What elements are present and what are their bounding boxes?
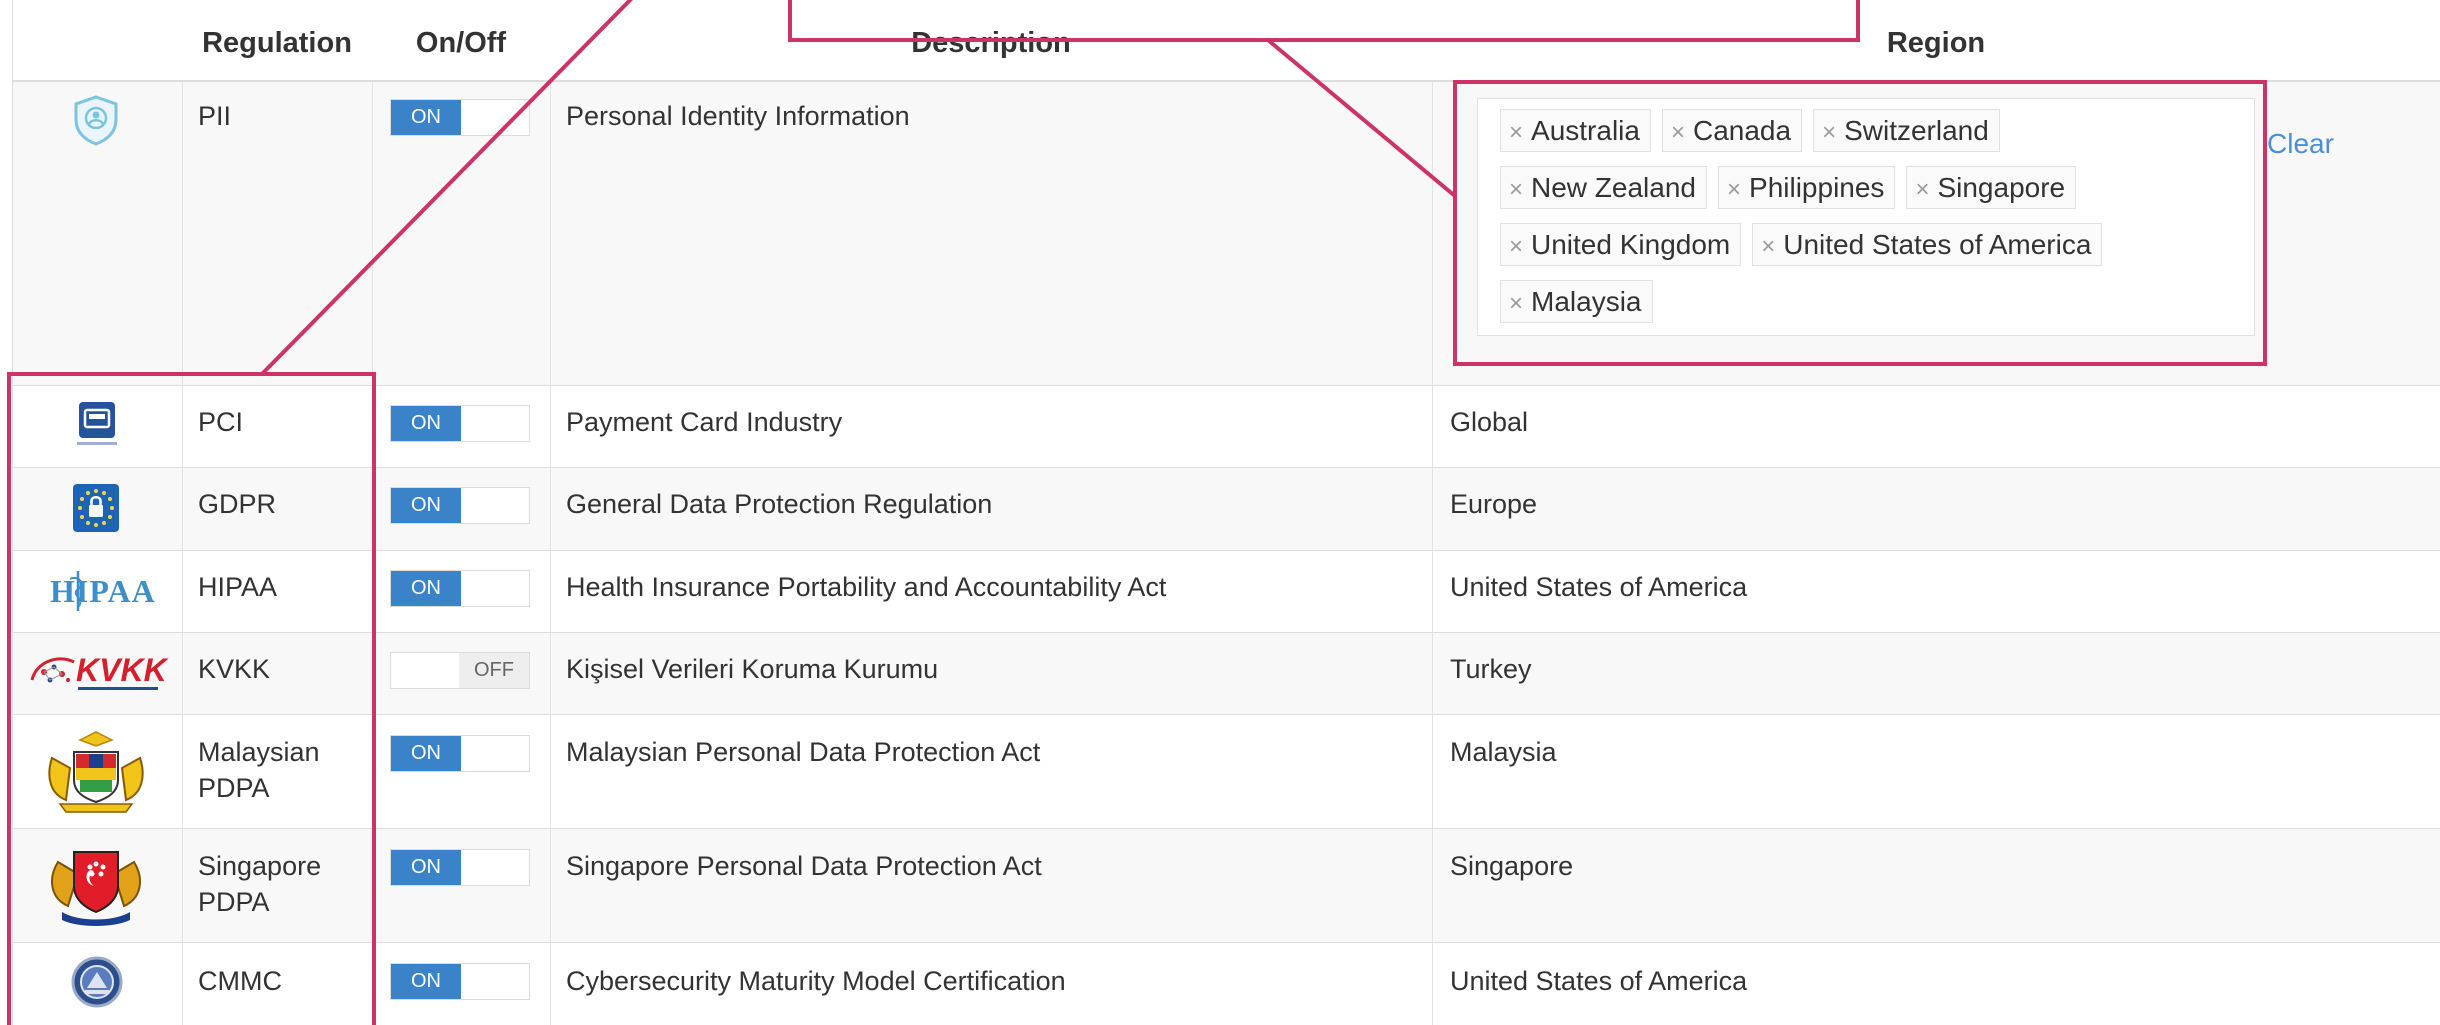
- region-tag-label: Switzerland: [1844, 115, 1989, 146]
- region-tag-label: Singapore: [1937, 172, 2066, 203]
- toggle-on-label: ON: [391, 850, 461, 885]
- region-tag[interactable]: × Philippines: [1718, 166, 1896, 209]
- description-kvkk: Kişisel Verileri Koruma Kurumu: [566, 654, 939, 684]
- description-malaysian-pdpa: Malaysian Personal Data Protection Act: [566, 737, 1041, 767]
- toggle-gdpr[interactable]: ON: [390, 487, 530, 524]
- remove-tag-icon[interactable]: ×: [1509, 119, 1523, 146]
- regulation-name-cmmc: CMMC: [198, 966, 282, 996]
- hipaa-logo-text: HIPAA: [50, 573, 156, 609]
- toggle-on-label: ON: [391, 406, 461, 441]
- table-row: [12, 715, 2440, 829]
- header-region: Region: [1886, 27, 1986, 59]
- toggle-on-label: ON: [391, 571, 461, 606]
- regulation-name-pii: PII: [198, 101, 232, 131]
- column-divider: [372, 82, 373, 1025]
- remove-tag-icon[interactable]: ×: [1727, 176, 1741, 203]
- toggle-malaysian-pdpa[interactable]: ON: [390, 735, 530, 772]
- region-tag-label: Australia: [1531, 115, 1640, 146]
- region-singapore-pdpa: Singapore: [1450, 851, 1574, 881]
- toggle-pii[interactable]: ON: [390, 99, 530, 136]
- kvkk-logo-text: KVKK: [76, 652, 167, 688]
- column-divider: [550, 82, 551, 1025]
- table-row: [12, 633, 2440, 715]
- region-tag[interactable]: × Singapore: [1906, 166, 2077, 209]
- shield-user-icon: [74, 95, 118, 146]
- hipaa-logo-icon: HIPAA: [48, 567, 155, 615]
- remove-tag-icon[interactable]: ×: [1761, 233, 1775, 260]
- regulation-name-pci: PCI: [198, 407, 244, 437]
- description-hipaa: Health Insurance Portability and Account…: [566, 572, 1167, 602]
- toggle-kvkk[interactable]: OFF: [390, 652, 530, 689]
- table-row: [12, 943, 2440, 1025]
- region-tag[interactable]: × United States of America: [1752, 223, 2103, 266]
- remove-tag-icon[interactable]: ×: [1509, 176, 1523, 203]
- column-divider: [12, 0, 13, 1025]
- header-description: Description: [911, 27, 1071, 59]
- eu-lock-icon: [73, 484, 119, 532]
- table-row: [12, 829, 2440, 943]
- toggle-on-label: ON: [391, 100, 461, 135]
- region-pci: Global: [1450, 407, 1529, 437]
- region-tag-label: United States of America: [1783, 229, 2092, 260]
- region-tag[interactable]: × Malaysia: [1500, 280, 1653, 323]
- region-hipaa: United States of America: [1450, 572, 1748, 602]
- column-divider: [1432, 82, 1433, 1025]
- region-tag[interactable]: × United Kingdom: [1500, 223, 1742, 266]
- table-row: [12, 468, 2440, 551]
- table-row: [12, 551, 2440, 633]
- header-regulation: Regulation: [202, 27, 352, 59]
- region-tag[interactable]: × Canada: [1661, 109, 1803, 152]
- header-onoff: On/Off: [415, 27, 507, 59]
- region-kvkk: Turkey: [1450, 654, 1532, 684]
- region-tag[interactable]: × New Zealand: [1500, 166, 1707, 209]
- region-cmmc: United States of America: [1450, 966, 1748, 996]
- description-singapore-pdpa: Singapore Personal Data Protection Act: [566, 851, 1042, 881]
- regulation-name-malaysian-pdpa-line2: PDPA: [198, 773, 270, 803]
- region-gdpr: Europe: [1450, 489, 1538, 519]
- remove-tag-icon[interactable]: ×: [1671, 119, 1685, 146]
- toggle-on-label: ON: [391, 964, 461, 999]
- toggle-pci[interactable]: ON: [390, 405, 530, 442]
- region-tag-label: Malaysia: [1531, 286, 1642, 317]
- malaysia-coat-of-arms-icon: [48, 731, 144, 813]
- toggle-singapore-pdpa[interactable]: ON: [390, 849, 530, 886]
- regulation-name-hipaa: HIPAA: [198, 572, 278, 602]
- cmmc-seal-icon: [71, 956, 123, 1008]
- toggle-hipaa[interactable]: ON: [390, 570, 530, 607]
- toggle-on-label: ON: [391, 488, 461, 523]
- remove-tag-icon[interactable]: ×: [1915, 176, 1929, 203]
- table-row: [12, 386, 2440, 468]
- remove-tag-icon[interactable]: ×: [1822, 119, 1836, 146]
- region-tag-label: Philippines: [1749, 172, 1885, 203]
- regulation-name-malaysian-pdpa-line1: Malaysian: [198, 737, 320, 767]
- description-pii: Personal Identity Information: [566, 101, 910, 131]
- description-gdpr: General Data Protection Regulation: [566, 489, 993, 519]
- kvkk-logo-icon: KVKK: [28, 650, 167, 692]
- column-divider: [182, 82, 183, 1025]
- region-tag-label: New Zealand: [1531, 172, 1696, 203]
- toggle-cmmc[interactable]: ON: [390, 963, 530, 1000]
- remove-tag-icon[interactable]: ×: [1509, 290, 1523, 317]
- remove-tag-icon[interactable]: ×: [1509, 233, 1523, 260]
- kvkk-logo-underline: [78, 687, 158, 690]
- regulations-table: Regulation On/Off Description Region HIP…: [0, 0, 2440, 1025]
- region-tag[interactable]: × Australia: [1500, 109, 1651, 152]
- regulation-name-singapore-pdpa-line2: PDPA: [198, 887, 270, 917]
- pii-region-multiselect[interactable]: × Australia × Canada × Switzerland × New Zealan…: [1477, 98, 2255, 336]
- toggle-off-label: OFF: [459, 653, 529, 688]
- region-tag-label: United Kingdom: [1531, 229, 1731, 260]
- description-pci: Payment Card Industry: [566, 407, 843, 437]
- region-tag-label: Canada: [1692, 115, 1792, 146]
- regulation-name-singapore-pdpa-line1: Singapore: [198, 851, 322, 881]
- clear-regions-link[interactable]: Clear: [2267, 128, 2334, 160]
- region-malaysian-pdpa: Malaysia: [1450, 737, 1557, 767]
- description-cmmc: Cybersecurity Maturity Model Certificati…: [566, 966, 1066, 996]
- singapore-coat-of-arms-icon: [51, 851, 141, 926]
- regulation-name-kvkk: KVKK: [198, 654, 271, 684]
- regulation-name-gdpr: GDPR: [198, 489, 277, 519]
- toggle-on-label: ON: [391, 736, 461, 771]
- region-tag[interactable]: × Switzerland: [1813, 109, 2000, 152]
- pci-compliance-icon: [77, 402, 117, 445]
